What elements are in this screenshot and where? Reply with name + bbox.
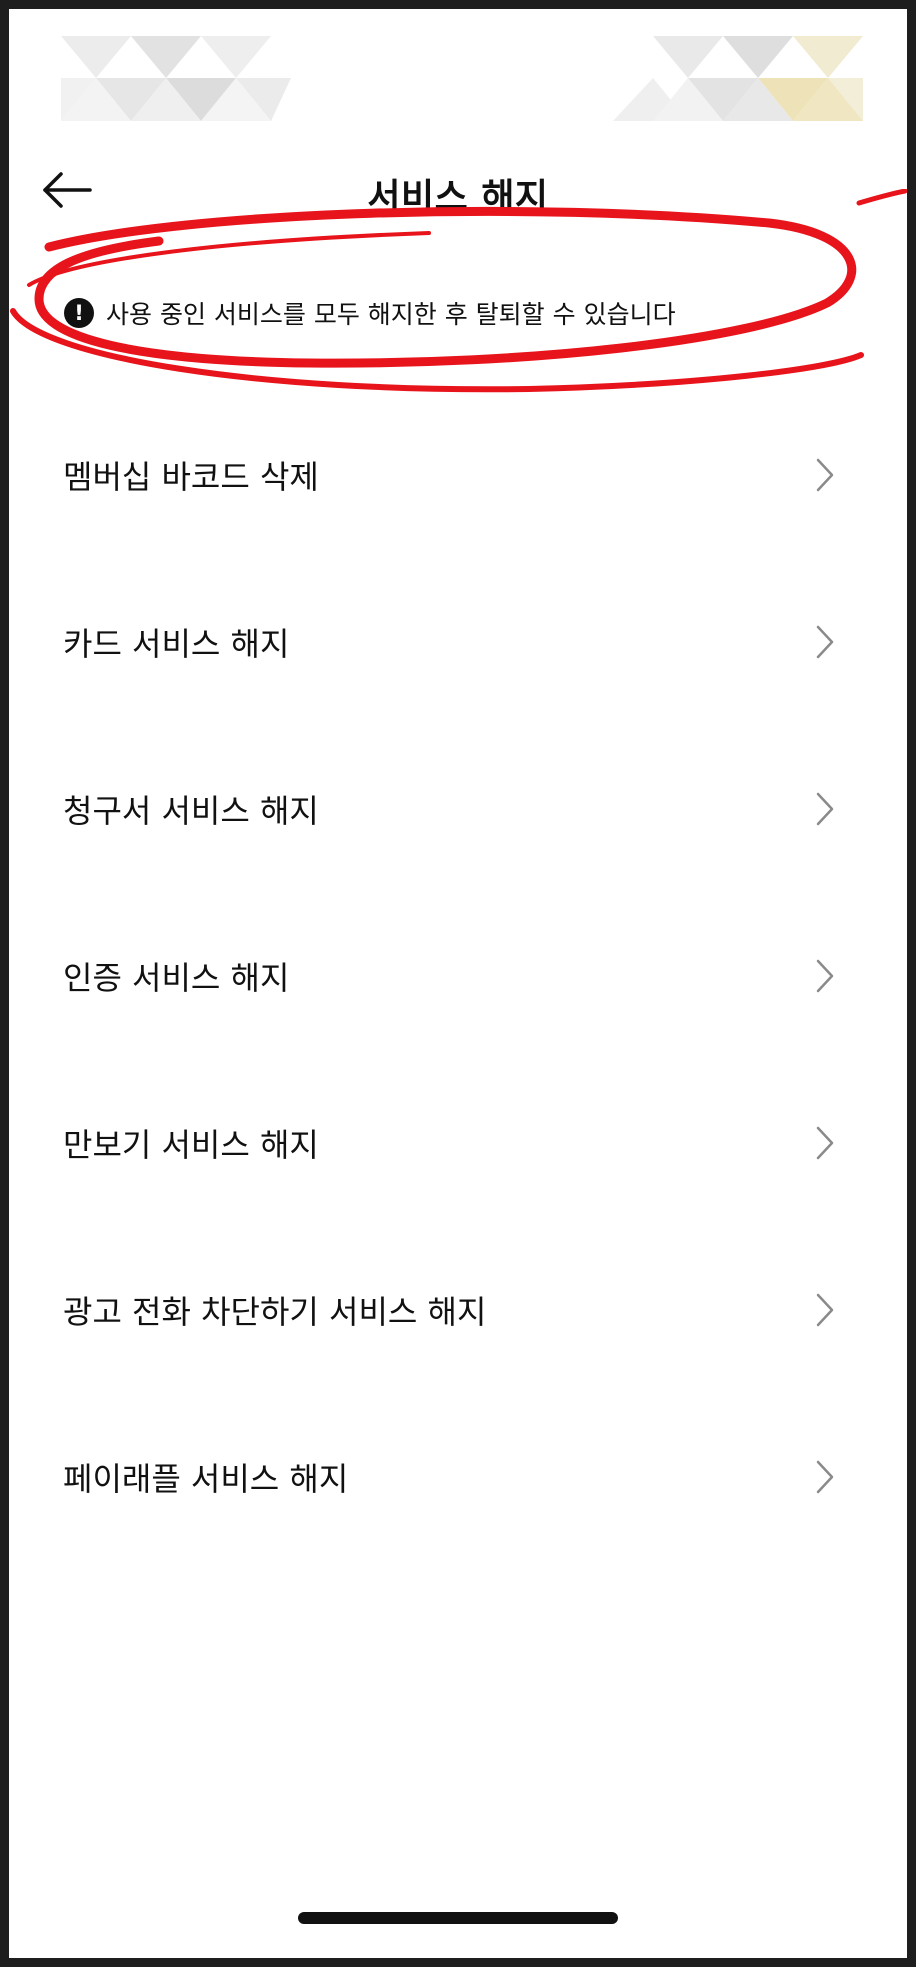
page-title: 서비스 해지 — [367, 177, 549, 218]
menu-item-label: 페이래플 서비스 해지 — [63, 1460, 349, 1498]
menu-item-spam-call-block[interactable]: 광고 전화 차단하기 서비스 해지 — [9, 1249, 907, 1416]
home-indicator[interactable] — [298, 1912, 618, 1924]
menu-item-label: 광고 전화 차단하기 서비스 해지 — [63, 1293, 487, 1331]
chevron-right-icon — [816, 458, 834, 492]
menu-item-bill-service[interactable]: 청구서 서비스 해지 — [9, 748, 907, 915]
chevron-right-icon — [816, 1293, 834, 1327]
notice-text: 사용 중인 서비스를 모두 해지한 후 탈퇴할 수 있습니다 — [106, 300, 676, 329]
menu-item-label: 인증 서비스 해지 — [63, 959, 290, 997]
menu-item-membership-barcode[interactable]: 멤버십 바코드 삭제 — [9, 414, 907, 581]
chevron-right-icon — [816, 792, 834, 826]
menu-item-label: 만보기 서비스 해지 — [63, 1126, 319, 1164]
menu-item-label: 카드 서비스 해지 — [63, 625, 290, 663]
menu-item-label: 청구서 서비스 해지 — [63, 792, 319, 830]
menu-item-auth-service[interactable]: 인증 서비스 해지 — [9, 915, 907, 1082]
top-app-bar: 서비스 해지 — [9, 144, 907, 234]
chevron-right-icon — [816, 1460, 834, 1494]
header-pattern-left — [61, 36, 291, 121]
menu-item-payraffle-service[interactable]: 페이래플 서비스 해지 — [9, 1416, 907, 1583]
chevron-right-icon — [816, 625, 834, 659]
chevron-right-icon — [816, 959, 834, 993]
menu-item-pedometer-service[interactable]: 만보기 서비스 해지 — [9, 1082, 907, 1249]
chevron-right-icon — [816, 1126, 834, 1160]
exclamation-circle-icon: ! — [64, 298, 94, 328]
withdrawal-notice: ! 사용 중인 서비스를 모두 해지한 후 탈퇴할 수 있습니다 — [64, 291, 676, 335]
menu-item-label: 멤버십 바코드 삭제 — [63, 458, 319, 496]
menu-item-card-service[interactable]: 카드 서비스 해지 — [9, 581, 907, 748]
service-cancel-list: 멤버십 바코드 삭제 카드 서비스 해지 청구서 서비스 해지 인증 서비스 해… — [9, 414, 907, 1583]
screen: 서비스 해지 ! 사용 중인 서비스를 모두 해지한 후 탈퇴할 수 있습니다 … — [9, 9, 907, 1958]
header-pattern-right — [613, 36, 863, 121]
